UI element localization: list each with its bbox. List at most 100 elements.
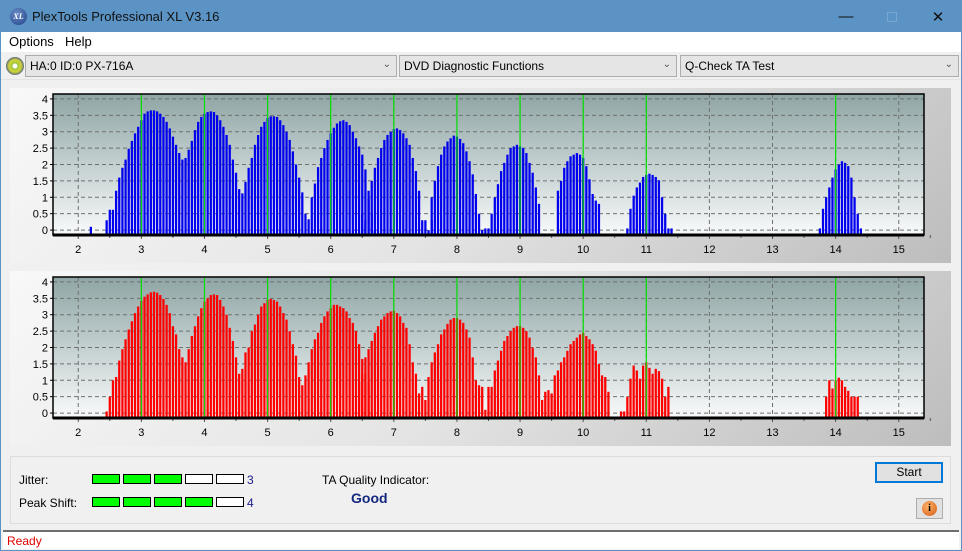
y-tick-label: 1.5 xyxy=(33,176,48,188)
data-bar xyxy=(477,385,481,418)
data-bar xyxy=(370,340,373,418)
data-bar xyxy=(566,350,569,418)
x-tick-label: 4 xyxy=(201,244,207,256)
drive-select[interactable]: HA:0 ID:0 PX-716A ⌄ xyxy=(25,55,397,77)
data-bar xyxy=(244,181,247,235)
data-bar xyxy=(127,148,130,235)
peak-shift-meter-segment xyxy=(154,497,182,507)
data-bar xyxy=(367,349,370,418)
data-bar xyxy=(462,322,465,418)
data-bar xyxy=(578,154,582,235)
x-tick-label: 6 xyxy=(328,244,334,256)
results-panel: Jitter: 3 Peak Shift: 4 TA Quality Indic… xyxy=(10,456,951,524)
data-bar xyxy=(187,149,190,235)
y-tick-label: 3.5 xyxy=(33,110,48,122)
data-bar xyxy=(231,159,235,235)
data-bar xyxy=(209,295,212,418)
x-tick-label: 10 xyxy=(577,244,589,256)
data-bar xyxy=(225,134,228,235)
data-bar xyxy=(440,334,443,418)
menu-help[interactable]: Help xyxy=(65,34,92,49)
data-bar xyxy=(238,373,241,418)
data-bar xyxy=(184,157,187,235)
chevron-down-icon: ⌄ xyxy=(382,59,391,70)
data-bar xyxy=(294,164,298,235)
menu-options[interactable]: Options xyxy=(9,34,54,49)
maximize-button[interactable] xyxy=(869,1,915,32)
window-title: PlexTools Professional XL V3.16 xyxy=(32,9,220,24)
data-bar xyxy=(490,386,493,418)
data-bar xyxy=(840,161,844,235)
data-bar xyxy=(285,319,288,418)
start-button[interactable]: Start xyxy=(875,462,943,483)
data-bar xyxy=(304,375,307,418)
data-bar xyxy=(522,148,525,235)
data-bar xyxy=(515,144,519,235)
data-bar xyxy=(594,200,597,235)
data-bar xyxy=(168,313,171,418)
data-bar xyxy=(178,153,181,235)
data-bar xyxy=(446,323,449,418)
data-bar xyxy=(509,331,512,418)
test-select[interactable]: Q-Check TA Test ⌄ xyxy=(680,55,959,77)
data-bar xyxy=(121,167,124,235)
data-bar xyxy=(402,322,405,418)
data-bar xyxy=(241,368,244,418)
x-tick-label: 5 xyxy=(265,427,271,439)
ta-quality-value: Good xyxy=(351,490,388,506)
data-bar xyxy=(651,373,654,418)
plextools-logo-icon: XL xyxy=(10,8,27,25)
data-bar xyxy=(588,179,591,235)
x-tick-label: 7 xyxy=(391,427,397,439)
data-bar xyxy=(408,144,411,235)
data-bar xyxy=(427,377,430,418)
data-bar xyxy=(373,167,377,235)
data-bar xyxy=(149,110,152,235)
info-button[interactable]: i xyxy=(916,498,943,519)
data-bar xyxy=(200,308,203,418)
data-bar xyxy=(152,291,156,418)
data-bar xyxy=(342,120,345,235)
data-bar xyxy=(263,121,266,235)
minimize-button[interactable]: — xyxy=(823,1,869,32)
peak-shift-meter xyxy=(92,497,244,507)
data-bar xyxy=(152,110,156,235)
data-bar xyxy=(171,136,175,235)
data-bar xyxy=(376,326,380,418)
peak-shift-value: 4 xyxy=(247,496,254,510)
data-bar xyxy=(269,298,272,418)
data-bar xyxy=(471,357,474,418)
function-category-select[interactable]: DVD Diagnostic Functions ⌄ xyxy=(399,55,677,77)
data-bar xyxy=(288,331,291,418)
data-bar xyxy=(190,336,193,418)
data-bar xyxy=(556,190,560,235)
data-bar xyxy=(234,172,238,235)
data-bar xyxy=(367,198,370,235)
status-text: Ready xyxy=(7,534,42,548)
data-bar xyxy=(660,378,664,418)
data-bar xyxy=(174,334,178,418)
data-bar xyxy=(550,393,553,418)
data-bar xyxy=(417,190,421,235)
data-bar xyxy=(446,141,449,235)
data-bar xyxy=(231,340,235,418)
data-bar xyxy=(364,357,367,418)
data-bar xyxy=(282,313,285,418)
data-bar xyxy=(635,370,638,418)
data-bar xyxy=(417,393,421,418)
data-bar xyxy=(256,134,260,235)
test-select-value: Q-Check TA Test xyxy=(685,59,775,73)
data-bar xyxy=(572,340,575,418)
data-bar xyxy=(253,144,257,235)
data-bar xyxy=(433,352,436,418)
data-bar xyxy=(215,295,219,418)
data-bar xyxy=(856,396,859,418)
data-bar xyxy=(339,306,342,418)
close-button[interactable]: ✕ xyxy=(915,1,961,32)
data-bar xyxy=(591,194,594,235)
data-bar xyxy=(193,326,197,418)
ta-quality-label: TA Quality Indicator: xyxy=(322,473,430,487)
data-bar xyxy=(503,340,506,418)
data-bar xyxy=(162,298,165,418)
data-bar xyxy=(436,166,440,235)
